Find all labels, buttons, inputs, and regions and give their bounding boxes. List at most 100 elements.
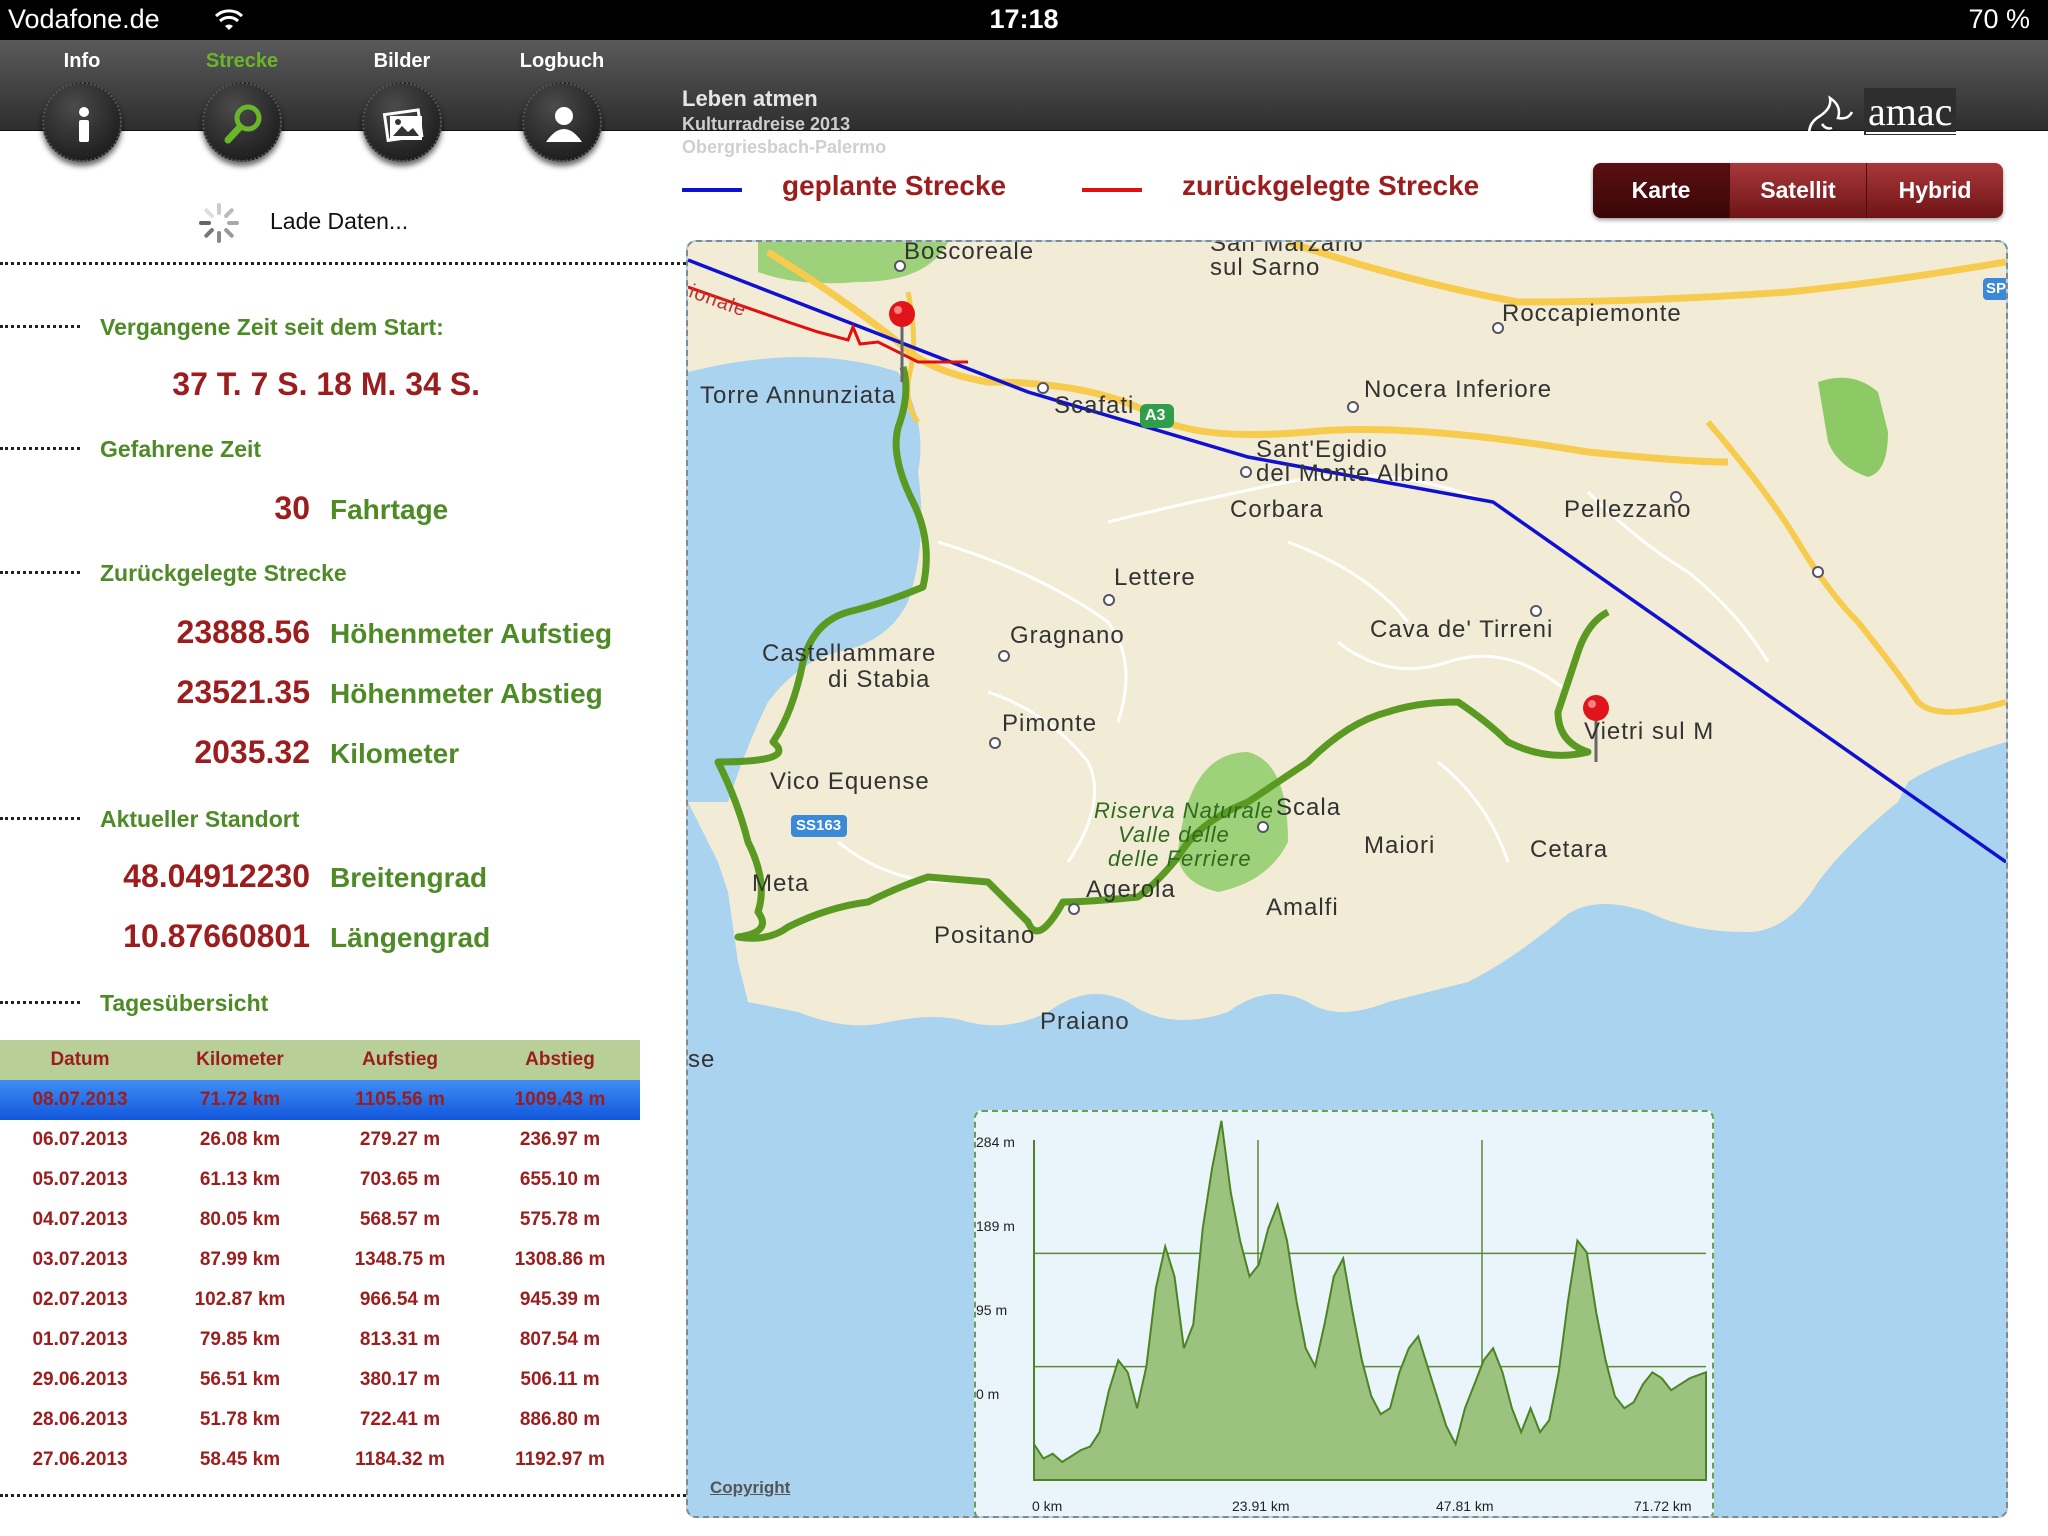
cell-date: 08.07.2013 <box>32 1089 128 1110</box>
cell-ascent: 966.54 m <box>359 1289 441 1310</box>
tab-strecke-button[interactable] <box>202 82 282 162</box>
header-km: Kilometer <box>196 1049 284 1070</box>
route-map[interactable]: Boscoreale San Marzano sul Sarno Roccapi… <box>686 240 2008 1518</box>
legend-traveled-label: zurückgelegte Strecke <box>1182 170 1480 201</box>
table-row[interactable]: 03.07.2013 87.99 km 1348.75 m 1308.86 m <box>0 1240 640 1280</box>
map-label-vico-equense: Vico Equense <box>770 768 930 795</box>
descent-value: 23521.35 <box>176 674 310 710</box>
photo-icon <box>382 108 424 143</box>
map-label-monte-albino: del Monte Albino <box>1256 460 1450 487</box>
map-label-vietri: Vietri sul M <box>1584 718 1715 745</box>
app-subtitle-1: Kulturradreise 2013 <box>682 114 851 134</box>
y-tick-label: 189 m <box>976 1218 1015 1234</box>
cell-ascent: 380.17 m <box>359 1369 441 1390</box>
daily-table: Datum Kilometer Aufstieg Abstieg 08.07.2… <box>0 1040 640 1480</box>
map-type-hybrid[interactable]: Hybrid <box>1866 163 2003 218</box>
cell-descent: 236.97 m <box>519 1129 601 1150</box>
divider <box>0 817 80 820</box>
cell-date: 02.07.2013 <box>32 1289 128 1310</box>
spinner-icon <box>199 203 239 243</box>
cell-ascent: 1184.32 m <box>355 1449 445 1470</box>
header-date: Datum <box>50 1049 110 1070</box>
divider <box>0 262 686 265</box>
map-label-gragnano: Gragnano <box>1010 622 1125 649</box>
kilometer-unit: Kilometer <box>330 738 460 769</box>
cell-km: 56.51 km <box>199 1369 281 1390</box>
descent-unit: Höhenmeter Abstieg <box>330 678 603 709</box>
cell-descent: 807.54 m <box>519 1329 601 1350</box>
tab-info-button[interactable] <box>42 82 122 162</box>
cell-date: 29.06.2013 <box>32 1369 128 1390</box>
map-type-karte[interactable]: Karte <box>1593 163 1729 218</box>
tab-bilder[interactable]: Bilder <box>322 40 482 210</box>
search-icon <box>224 104 262 144</box>
cell-ascent: 722.41 m <box>359 1409 441 1430</box>
location-label: Aktueller Standort <box>100 806 300 832</box>
table-row[interactable]: 06.07.2013 26.08 km 279.27 m 236.97 m <box>0 1120 640 1160</box>
table-row[interactable]: 01.07.2013 79.85 km 813.31 m 807.54 m <box>0 1320 640 1360</box>
cell-descent: 1009.43 m <box>514 1089 606 1110</box>
tab-bilder-button[interactable] <box>362 82 442 162</box>
longitude-unit: Längengrad <box>330 922 491 953</box>
map-label-torre-annunziata: Torre Annunziata <box>700 382 897 409</box>
logo-registered: ® <box>1846 136 1855 150</box>
table-row[interactable]: 27.06.2013 58.45 km 1184.32 m 1192.97 m <box>0 1440 640 1480</box>
cell-km: 61.13 km <box>199 1169 281 1190</box>
map-label-meta: Meta <box>752 870 810 897</box>
cell-ascent: 1348.75 m <box>354 1249 446 1270</box>
map-label-boscoreale: Boscoreale <box>904 240 1035 265</box>
tab-info-label: Info <box>63 50 101 72</box>
kilometer-value: 2035.32 <box>194 734 310 770</box>
y-tick-label: 95 m <box>976 1302 1008 1318</box>
cell-date: 05.07.2013 <box>32 1169 128 1190</box>
table-row[interactable]: 28.06.2013 51.78 km 722.41 m 886.80 m <box>0 1400 640 1440</box>
app-subtitle-2: Obergriesbach-Palermo <box>682 137 887 157</box>
map-label-castellammare: Castellammare <box>762 640 937 667</box>
daily-overview-label: Tagesübersicht <box>100 990 269 1016</box>
table-header: Datum Kilometer Aufstieg Abstieg <box>0 1040 640 1080</box>
top-navigation: Info Strecke Bilder Logbuch Leben atmen … <box>0 40 2048 162</box>
x-tick-label: 0 km <box>1032 1498 1063 1514</box>
map-label-pimonte: Pimonte <box>1002 710 1098 737</box>
table-row[interactable]: 02.07.2013 102.87 km 966.54 m 945.39 m <box>0 1280 640 1320</box>
map-shield-ss163-label: SS163 <box>796 817 842 834</box>
map-type-satellit[interactable]: Satellit <box>1729 163 1866 218</box>
loading-indicator: Lade Daten... <box>198 202 408 243</box>
cell-km: 79.85 km <box>199 1329 281 1350</box>
legend-planned: geplante Strecke <box>682 170 1007 202</box>
cell-km: 71.72 km <box>199 1089 281 1110</box>
cell-descent: 945.39 m <box>519 1289 601 1310</box>
cell-km: 87.99 km <box>199 1249 281 1270</box>
battery-level: 70 % <box>1968 4 2030 34</box>
status-bar: Vodafone.de 17:18 70 % <box>0 0 2048 40</box>
table-row[interactable]: 04.07.2013 80.05 km 568.57 m 575.78 m <box>0 1200 640 1240</box>
cell-ascent: 813.31 m <box>359 1329 441 1350</box>
divider <box>0 1001 80 1004</box>
legend-traveled: zurückgelegte Strecke <box>1082 170 1480 202</box>
tab-logbuch-label: Logbuch <box>519 50 605 72</box>
map-shield-a3-label: A3 <box>1145 407 1166 424</box>
map-label-roccapiemonte: Roccapiemonte <box>1502 300 1682 327</box>
clock: 17:18 <box>989 4 1059 34</box>
table-row[interactable]: 08.07.2013 71.72 km 1105.56 m 1009.43 m <box>0 1080 640 1120</box>
legend-planned-label: geplante Strecke <box>782 170 1007 201</box>
tab-info[interactable]: Info <box>2 40 162 210</box>
tab-logbuch[interactable]: Logbuch <box>482 40 642 210</box>
map-label-riserva-3: delle Ferriere <box>1108 846 1252 871</box>
map-label-sul-sarno: sul Sarno <box>1210 254 1321 281</box>
cell-km: 26.08 km <box>199 1129 281 1150</box>
cell-date: 06.07.2013 <box>32 1129 128 1150</box>
table-row[interactable]: 05.07.2013 61.13 km 703.65 m 655.10 m <box>0 1160 640 1200</box>
map-label-positano: Positano <box>934 922 1036 949</box>
latitude-value: 48.04912230 <box>123 858 310 894</box>
map-label-scafati: Scafati <box>1054 392 1135 419</box>
elevation-profile: 284 m 189 m 95 m 0 m 0 km 23.91 km 47.81… <box>974 1110 1714 1516</box>
map-copyright-link[interactable]: Copyright <box>710 1478 790 1498</box>
tab-logbuch-button[interactable] <box>522 82 602 162</box>
tab-strecke[interactable]: Strecke <box>162 40 322 210</box>
map-type-control: Karte Satellit Hybrid <box>1593 163 2003 218</box>
table-row[interactable]: 29.06.2013 56.51 km 380.17 m 506.11 m <box>0 1360 640 1400</box>
ascent-value: 23888.56 <box>176 614 310 650</box>
x-tick-label: 71.72 km <box>1634 1498 1692 1514</box>
legend-planned-swatch <box>682 188 742 192</box>
